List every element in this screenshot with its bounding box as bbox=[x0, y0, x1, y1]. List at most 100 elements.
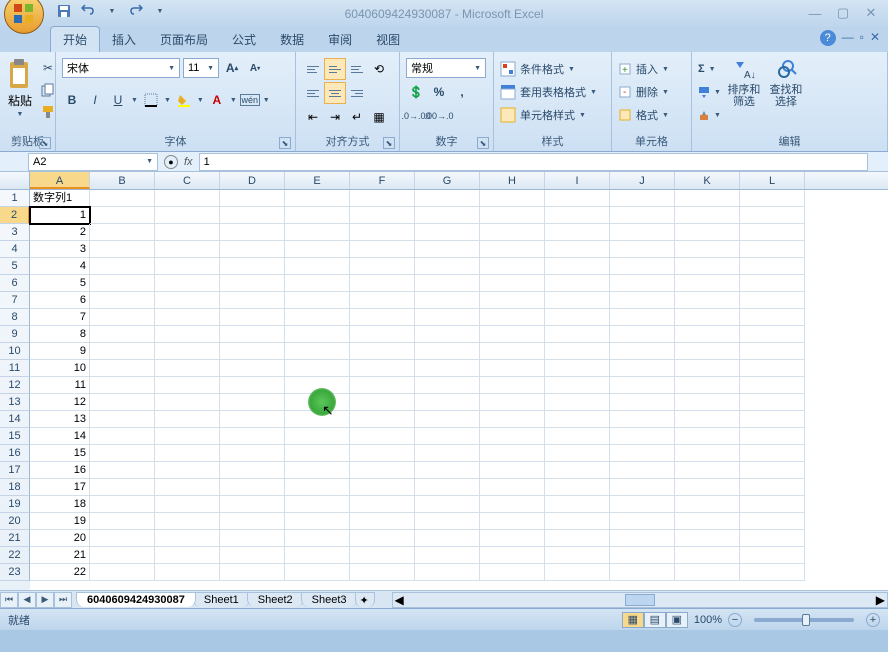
cell-H16[interactable] bbox=[480, 445, 545, 462]
cell-G15[interactable] bbox=[415, 428, 480, 445]
cell-A17[interactable]: 16 bbox=[30, 462, 90, 479]
cell-L22[interactable] bbox=[740, 547, 805, 564]
row-header-20[interactable]: 20 bbox=[0, 513, 30, 530]
font-launcher[interactable]: ⬊ bbox=[279, 137, 291, 149]
insert-cells-button[interactable]: +插入▼ bbox=[618, 58, 669, 80]
cell-D13[interactable] bbox=[220, 394, 285, 411]
cell-I20[interactable] bbox=[545, 513, 610, 530]
row-header-3[interactable]: 3 bbox=[0, 224, 30, 241]
cell-A18[interactable]: 17 bbox=[30, 479, 90, 496]
cell-C8[interactable] bbox=[155, 309, 220, 326]
row-header-21[interactable]: 21 bbox=[0, 530, 30, 547]
fill-color-button[interactable] bbox=[174, 90, 194, 110]
cell-F8[interactable] bbox=[350, 309, 415, 326]
cell-F9[interactable] bbox=[350, 326, 415, 343]
col-header-A[interactable]: A bbox=[30, 172, 90, 189]
cell-F10[interactable] bbox=[350, 343, 415, 360]
cell-E5[interactable] bbox=[285, 258, 350, 275]
cell-H15[interactable] bbox=[480, 428, 545, 445]
clear-button[interactable]: ▼ bbox=[698, 104, 721, 126]
cell-G9[interactable] bbox=[415, 326, 480, 343]
autosum-button[interactable]: Σ▼ bbox=[698, 58, 721, 80]
delete-cells-button[interactable]: -删除▼ bbox=[618, 81, 669, 103]
cell-J11[interactable] bbox=[610, 360, 675, 377]
undo-icon[interactable] bbox=[78, 1, 98, 21]
cell-C2[interactable] bbox=[155, 207, 220, 224]
decrease-indent[interactable]: ⇤ bbox=[302, 106, 324, 128]
cell-L10[interactable] bbox=[740, 343, 805, 360]
cell-D12[interactable] bbox=[220, 377, 285, 394]
select-all-corner[interactable] bbox=[0, 172, 30, 189]
cell-I8[interactable] bbox=[545, 309, 610, 326]
cell-L8[interactable] bbox=[740, 309, 805, 326]
name-box[interactable]: A2▼ bbox=[28, 153, 158, 171]
cell-D10[interactable] bbox=[220, 343, 285, 360]
cell-E10[interactable] bbox=[285, 343, 350, 360]
cell-B17[interactable] bbox=[90, 462, 155, 479]
cell-A1[interactable]: 数字列1 bbox=[30, 190, 90, 207]
zoom-level[interactable]: 100% bbox=[694, 614, 722, 626]
cell-K15[interactable] bbox=[675, 428, 740, 445]
cell-H1[interactable] bbox=[480, 190, 545, 207]
cell-I12[interactable] bbox=[545, 377, 610, 394]
cell-A7[interactable]: 6 bbox=[30, 292, 90, 309]
col-header-K[interactable]: K bbox=[675, 172, 740, 189]
cell-G3[interactable] bbox=[415, 224, 480, 241]
cell-L12[interactable] bbox=[740, 377, 805, 394]
cell-F11[interactable] bbox=[350, 360, 415, 377]
cell-G12[interactable] bbox=[415, 377, 480, 394]
tab-insert[interactable]: 插入 bbox=[100, 27, 148, 52]
cell-F16[interactable] bbox=[350, 445, 415, 462]
zoom-out[interactable]: − bbox=[728, 613, 742, 627]
cell-D23[interactable] bbox=[220, 564, 285, 581]
find-select-button[interactable]: 查找和 选择 bbox=[767, 58, 805, 108]
cell-G23[interactable] bbox=[415, 564, 480, 581]
row-header-23[interactable]: 23 bbox=[0, 564, 30, 581]
cell-I1[interactable] bbox=[545, 190, 610, 207]
cell-F13[interactable] bbox=[350, 394, 415, 411]
minimize-button[interactable]: — bbox=[806, 4, 824, 22]
cell-C16[interactable] bbox=[155, 445, 220, 462]
phonetic-button[interactable]: wén bbox=[240, 90, 260, 110]
cell-I14[interactable] bbox=[545, 411, 610, 428]
cell-G1[interactable] bbox=[415, 190, 480, 207]
cell-H17[interactable] bbox=[480, 462, 545, 479]
row-header-17[interactable]: 17 bbox=[0, 462, 30, 479]
cell-J19[interactable] bbox=[610, 496, 675, 513]
sheet-tab-2[interactable]: Sheet2 bbox=[247, 592, 304, 607]
cell-F18[interactable] bbox=[350, 479, 415, 496]
cell-D11[interactable] bbox=[220, 360, 285, 377]
cell-H12[interactable] bbox=[480, 377, 545, 394]
cell-J18[interactable] bbox=[610, 479, 675, 496]
cell-A23[interactable]: 22 bbox=[30, 564, 90, 581]
cell-D22[interactable] bbox=[220, 547, 285, 564]
cell-A22[interactable]: 21 bbox=[30, 547, 90, 564]
zoom-slider[interactable] bbox=[754, 618, 854, 622]
close-button[interactable]: ✕ bbox=[862, 4, 880, 22]
cell-I9[interactable] bbox=[545, 326, 610, 343]
cell-A19[interactable]: 18 bbox=[30, 496, 90, 513]
cell-C3[interactable] bbox=[155, 224, 220, 241]
cell-I17[interactable] bbox=[545, 462, 610, 479]
cell-J3[interactable] bbox=[610, 224, 675, 241]
sort-filter-button[interactable]: A↓Z 排序和 筛选 bbox=[725, 58, 763, 108]
col-header-G[interactable]: G bbox=[415, 172, 480, 189]
sheet-nav-last[interactable]: ⏭ bbox=[54, 592, 72, 608]
cell-D7[interactable] bbox=[220, 292, 285, 309]
cell-J16[interactable] bbox=[610, 445, 675, 462]
cell-E12[interactable] bbox=[285, 377, 350, 394]
increase-indent[interactable]: ⇥ bbox=[324, 106, 346, 128]
font-name-select[interactable]: 宋体▼ bbox=[62, 58, 180, 78]
cell-D8[interactable] bbox=[220, 309, 285, 326]
cell-I21[interactable] bbox=[545, 530, 610, 547]
cell-A14[interactable]: 13 bbox=[30, 411, 90, 428]
cell-A4[interactable]: 3 bbox=[30, 241, 90, 258]
row-header-14[interactable]: 14 bbox=[0, 411, 30, 428]
cell-F17[interactable] bbox=[350, 462, 415, 479]
save-icon[interactable] bbox=[54, 1, 74, 21]
cell-E14[interactable] bbox=[285, 411, 350, 428]
cell-K11[interactable] bbox=[675, 360, 740, 377]
row-header-8[interactable]: 8 bbox=[0, 309, 30, 326]
cell-H8[interactable] bbox=[480, 309, 545, 326]
cell-L23[interactable] bbox=[740, 564, 805, 581]
